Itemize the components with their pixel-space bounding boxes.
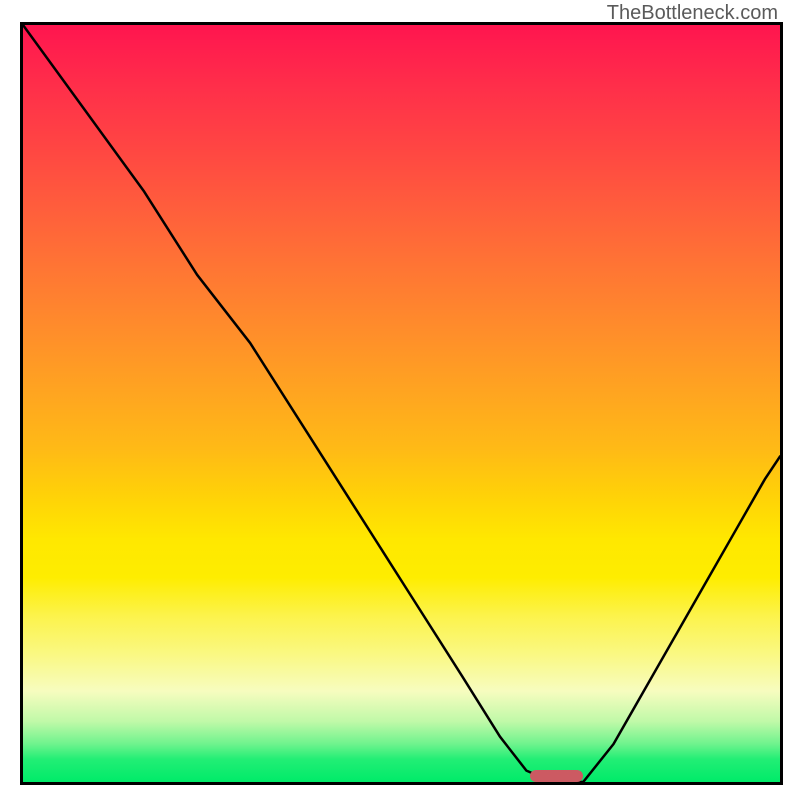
bottleneck-curve-svg — [23, 25, 780, 782]
watermark-text: TheBottleneck.com — [607, 2, 778, 25]
optimal-marker — [530, 770, 583, 782]
chart-container — [23, 25, 780, 782]
bottleneck-curve — [23, 25, 780, 782]
